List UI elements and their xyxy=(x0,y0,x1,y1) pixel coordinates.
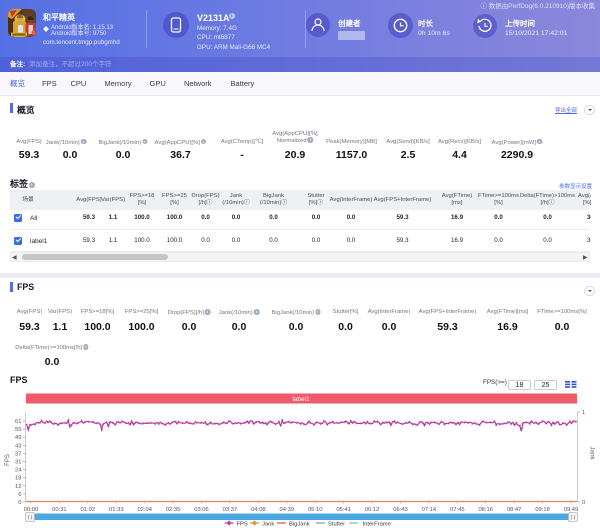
svg-text:08:47: 08:47 xyxy=(507,507,522,513)
svg-text:FPS: FPS xyxy=(237,521,248,527)
svg-text:FPS: FPS xyxy=(5,454,11,466)
svg-text:02:35: 02:35 xyxy=(166,507,181,513)
svg-text:Jank: Jank xyxy=(262,521,274,527)
svg-text:0: 0 xyxy=(582,500,585,506)
svg-text:InterFrame: InterFrame xyxy=(363,521,391,527)
svg-text:31: 31 xyxy=(15,460,21,466)
svg-text:09:49: 09:49 xyxy=(564,507,579,513)
svg-text:05:10: 05:10 xyxy=(308,507,323,513)
svg-text:Jank: Jank xyxy=(589,446,596,460)
svg-text:06:43: 06:43 xyxy=(393,507,408,513)
svg-text:18: 18 xyxy=(15,476,21,482)
svg-text:37: 37 xyxy=(15,451,21,457)
svg-text:00:00: 00:00 xyxy=(24,507,39,513)
svg-text:1: 1 xyxy=(582,410,585,416)
svg-text:02:04: 02:04 xyxy=(137,507,152,513)
svg-text:03:37: 03:37 xyxy=(223,507,238,513)
svg-text:03:06: 03:06 xyxy=(194,507,209,513)
svg-text:43: 43 xyxy=(15,443,21,449)
svg-text:55: 55 xyxy=(15,427,21,433)
svg-text:09:18: 09:18 xyxy=(535,507,550,513)
svg-text:08:16: 08:16 xyxy=(478,507,493,513)
svg-text:12: 12 xyxy=(15,484,21,490)
svg-text:07:45: 07:45 xyxy=(450,507,465,513)
svg-text:24: 24 xyxy=(15,468,22,474)
svg-text:07:14: 07:14 xyxy=(422,507,437,513)
svg-text:04:39: 04:39 xyxy=(280,507,295,513)
svg-text:0: 0 xyxy=(18,500,21,506)
svg-text:06:12: 06:12 xyxy=(365,507,380,513)
svg-text:05:41: 05:41 xyxy=(336,507,351,513)
svg-text:01:02: 01:02 xyxy=(81,507,96,513)
svg-text:6: 6 xyxy=(18,492,21,498)
svg-text:61: 61 xyxy=(15,419,21,425)
svg-text:BigJank: BigJank xyxy=(289,521,310,527)
svg-text:Stutter: Stutter xyxy=(328,521,345,527)
svg-text:00:31: 00:31 xyxy=(52,507,67,513)
svg-text:01:33: 01:33 xyxy=(109,507,124,513)
svg-text:49: 49 xyxy=(15,435,21,441)
svg-text:label1: label1 xyxy=(292,396,310,403)
svg-text:04:08: 04:08 xyxy=(251,507,266,513)
